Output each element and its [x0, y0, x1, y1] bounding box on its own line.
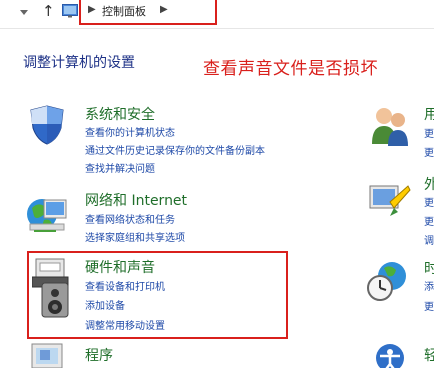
address-bar: ↑ ▶ 控制面板 ▶ [0, 0, 434, 29]
link-file-history-backup[interactable]: 通过文件历史记录保存你的文件备份副本 [85, 142, 265, 157]
recent-locations-chevron-icon[interactable] [20, 10, 28, 15]
section-title-network-internet[interactable]: 网络和 Internet [85, 190, 187, 210]
link-view-computer-status[interactable]: 查看你的计算机状态 [85, 124, 175, 139]
right-section-title-1[interactable]: 用 [424, 104, 434, 124]
shield-icon[interactable] [25, 104, 69, 146]
user-accounts-icon[interactable] [370, 104, 410, 148]
right-link-2c[interactable]: 调 [424, 232, 434, 247]
right-section-title-4[interactable]: 轻 [424, 345, 434, 365]
highlight-box-hardware [27, 251, 288, 339]
up-arrow-icon[interactable]: ↑ [42, 2, 55, 20]
right-link-1a[interactable]: 更 [424, 125, 434, 140]
page-title: 调整计算机的设置 [23, 55, 135, 71]
network-globe-icon[interactable] [24, 192, 72, 236]
appearance-icon[interactable] [368, 180, 412, 224]
control-panel-icon [62, 4, 78, 18]
right-link-2b[interactable]: 更 [424, 213, 434, 228]
right-link-2a[interactable]: 更 [424, 194, 434, 209]
link-find-fix-problems[interactable]: 查找并解决问题 [85, 160, 155, 175]
section-title-system-security[interactable]: 系统和安全 [85, 104, 155, 124]
clock-globe-icon[interactable] [366, 258, 412, 304]
highlight-box-address [79, 0, 217, 25]
right-section-title-3[interactable]: 时 [424, 258, 434, 278]
right-link-3a[interactable]: 添 [424, 278, 434, 293]
programs-icon[interactable] [28, 342, 68, 368]
right-link-1b[interactable]: 更 [424, 144, 434, 159]
right-section-title-2[interactable]: 外 [424, 174, 434, 194]
ease-of-access-icon[interactable] [370, 342, 410, 368]
annotation-text: 查看声音文件是否损坏 [203, 59, 378, 79]
link-network-status[interactable]: 查看网络状态和任务 [85, 211, 175, 226]
right-link-3b[interactable]: 更 [424, 298, 434, 313]
section-title-programs[interactable]: 程序 [85, 345, 113, 365]
link-homegroup-sharing[interactable]: 选择家庭组和共享选项 [85, 229, 185, 244]
